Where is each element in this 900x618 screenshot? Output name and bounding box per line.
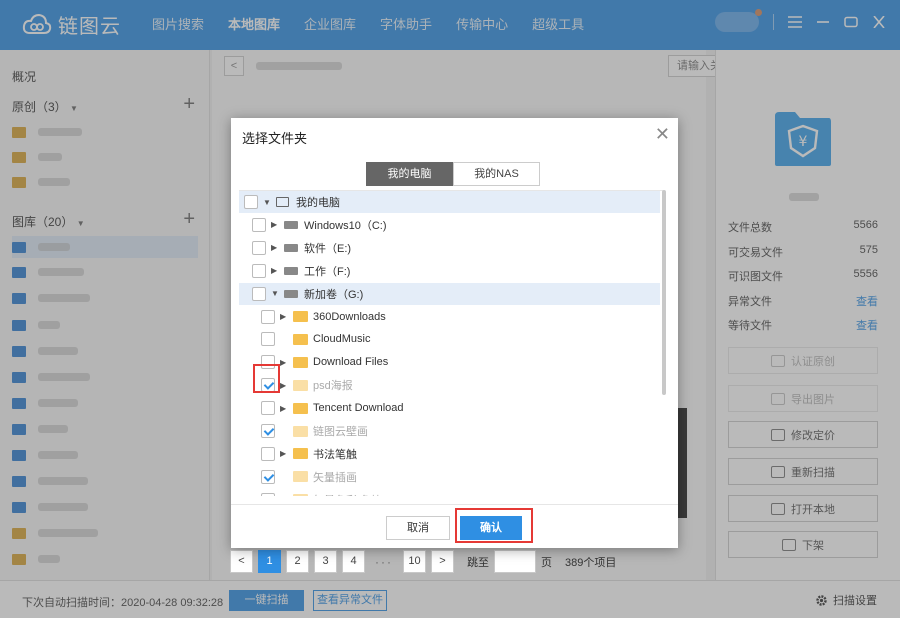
tree-label: 新加卷（G:) <box>304 288 364 301</box>
tree-checkbox[interactable] <box>261 332 275 347</box>
tree-checkbox[interactable] <box>252 286 266 301</box>
drive-icon <box>284 266 298 275</box>
tree-checkbox[interactable] <box>252 263 266 278</box>
tree-checkbox[interactable] <box>244 195 258 209</box>
tree-checkbox[interactable] <box>252 217 266 232</box>
tree-checkbox[interactable] <box>261 401 275 416</box>
tree-row[interactable]: ▶ 360Downloads <box>239 306 660 328</box>
folder-icon <box>293 356 308 368</box>
cancel-button[interactable]: 取消 <box>386 516 450 540</box>
tree-label: Windows10（C:) <box>304 219 387 232</box>
tree-label: 书法笔触 <box>313 448 357 461</box>
dialog-title: 选择文件夹 <box>242 131 308 146</box>
tree-row[interactable]: ▶ Tencent Download <box>239 397 660 419</box>
tree-row[interactable]: 矢量插画 <box>239 466 660 488</box>
page-4-button[interactable]: 4 <box>342 550 365 573</box>
computer-icon <box>276 197 289 207</box>
highlight-marker-confirm <box>455 508 533 543</box>
dialog-close-icon[interactable]: ✕ <box>655 124 670 145</box>
folder-icon <box>293 448 308 460</box>
tree-checkbox[interactable] <box>252 240 266 255</box>
select-folder-dialog: 选择文件夹 ✕ 我的电脑 我的NAS ▼ 我的电脑 ▶ Windows10（C:) ▶ 软… <box>231 118 678 548</box>
tree-label: 360Downloads <box>313 310 386 323</box>
tree-row[interactable]: ▼ 我的电脑 <box>239 191 660 213</box>
tree-row[interactable]: ▶ Download Files <box>239 351 660 373</box>
page-1-button[interactable]: 1 <box>258 550 281 573</box>
tree-row[interactable]: 矢量色彩 色块 <box>239 489 660 496</box>
page-2-button[interactable]: 2 <box>286 550 309 573</box>
tree-label: psd海报 <box>313 380 353 393</box>
expand-right-icon[interactable]: ▶ <box>271 243 277 252</box>
tree-row[interactable]: ▼ 新加卷（G:) <box>239 282 660 305</box>
next-page-button[interactable]: > <box>431 550 454 573</box>
tab-my-nas[interactable]: 我的NAS <box>453 162 540 186</box>
page-last-button[interactable]: 10 <box>403 550 426 573</box>
tree-label: CloudMusic <box>313 333 371 346</box>
folder-icon <box>293 425 308 437</box>
tree-checkbox[interactable] <box>261 492 275 496</box>
tree-row[interactable]: ▶ 书法笔触 <box>239 443 660 465</box>
tree-label: 工作（F:) <box>304 265 351 278</box>
tree-label: 软件（E:) <box>304 242 352 255</box>
expand-right-icon[interactable]: ▶ <box>280 358 286 367</box>
expand-right-icon[interactable]: ▶ <box>280 381 286 390</box>
tree-row[interactable]: CloudMusic <box>239 328 660 350</box>
folder-icon <box>293 402 308 414</box>
drive-icon <box>284 289 298 298</box>
expand-right-icon[interactable]: ▶ <box>271 266 277 275</box>
pagination: < 1 2 3 4 ··· 10 > 跳至 页 389个项目 <box>230 550 616 573</box>
expand-down-icon[interactable]: ▼ <box>271 289 279 298</box>
expand-right-icon[interactable]: ▶ <box>280 312 286 321</box>
tree-checkbox[interactable] <box>261 469 275 484</box>
folder-icon <box>293 379 308 391</box>
tree-label: 链图云壁画 <box>313 426 368 438</box>
tree-checkbox[interactable] <box>261 309 275 324</box>
tree-row[interactable]: ▶ Windows10（C:) <box>239 214 660 236</box>
tab-my-computer[interactable]: 我的电脑 <box>366 162 453 186</box>
drive-icon <box>284 243 298 252</box>
tree-label: 矢量色彩 色块 <box>313 492 382 496</box>
tree-checkbox[interactable] <box>261 424 275 438</box>
tree-checkbox[interactable] <box>261 446 275 461</box>
tree-row[interactable]: ▶ psd海报 <box>239 374 660 396</box>
page-ellipsis: ··· <box>375 554 393 569</box>
tree-row[interactable]: ▶ 软件（E:) <box>239 237 660 259</box>
tree-label: 我的电脑 <box>296 197 340 209</box>
folder-icon <box>293 471 308 483</box>
page-3-button[interactable]: 3 <box>314 550 337 573</box>
highlight-marker-checkbox <box>253 364 280 393</box>
folder-icon <box>293 311 308 322</box>
tree-label: Tencent Download <box>313 402 404 415</box>
prev-page-button[interactable]: < <box>230 550 253 573</box>
page-jump-input[interactable] <box>494 550 536 573</box>
page-unit: 页 <box>541 556 552 569</box>
folder-icon <box>293 494 308 496</box>
total-items: 389个项目 <box>565 556 617 569</box>
tree-row[interactable]: ▶ 工作（F:) <box>239 260 660 282</box>
folder-tree: ▼ 我的电脑 ▶ Windows10（C:) ▶ 软件（E:) ▶ 工作（F:) ▼ 新加卷（G:… <box>239 190 663 496</box>
tree-scrollbar[interactable] <box>662 190 666 395</box>
expand-right-icon[interactable]: ▶ <box>271 220 277 229</box>
expand-right-icon[interactable]: ▶ <box>280 404 286 413</box>
tree-label: 矢量插画 <box>313 471 357 484</box>
expand-right-icon[interactable]: ▶ <box>280 449 286 458</box>
folder-icon <box>293 333 308 345</box>
tree-label: Download Files <box>313 356 389 369</box>
jump-label: 跳至 <box>467 556 489 569</box>
expand-down-icon[interactable]: ▼ <box>263 198 271 207</box>
tree-row[interactable]: 链图云壁画 <box>239 420 660 442</box>
drive-icon <box>284 220 298 229</box>
source-tabs: 我的电脑 我的NAS <box>366 162 540 186</box>
